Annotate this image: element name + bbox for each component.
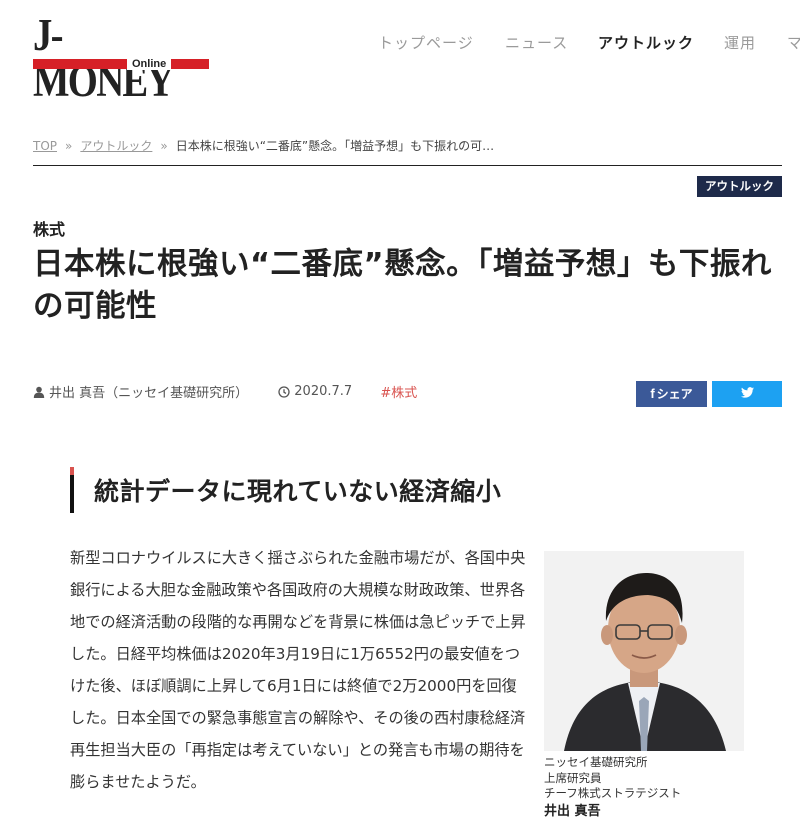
user-icon <box>33 386 45 398</box>
publish-date: 2020.7.7 <box>294 384 353 399</box>
clock-icon <box>278 385 290 398</box>
category-badge[interactable]: アウトルック <box>697 176 782 197</box>
author-caption: ニッセイ基礎研究所 上席研究員 チーフ株式ストラテジスト 井出 真吾 <box>544 755 774 821</box>
author-organization: ニッセイ基礎研究所 <box>544 755 648 769</box>
breadcrumb-section[interactable]: アウトルック <box>80 139 152 153</box>
breadcrumb-current: 日本株に根強い“二番底”懸念。「増益予想」も下振れの可… <box>175 139 495 153</box>
article-title: 日本株に根強い“二番底”懸念。「増益予想」も下振れの可能性 <box>33 247 772 324</box>
breadcrumb-separator: » <box>65 139 73 153</box>
article-tag[interactable]: #株式 <box>380 382 417 401</box>
facebook-share-label: シェア <box>656 387 693 401</box>
article-paragraph: 新型コロナウイルスに大きく揺さぶられた金融市場だが、各国中央銀行による大胆な金融… <box>70 549 526 791</box>
article-category: 株式 <box>33 220 66 239</box>
logo-subtitle: Online <box>127 58 172 70</box>
breadcrumb: TOP » アウトルック » 日本株に根強い“二番底”懸念。「増益予想」も下振れの可… <box>33 137 782 154</box>
nav-item-investment[interactable]: 運用 <box>724 32 756 53</box>
breadcrumb-divider <box>33 165 782 166</box>
breadcrumb-separator: » <box>160 139 168 153</box>
author-name[interactable]: 井出 真吾（ニッセイ基礎研究所） <box>49 382 248 401</box>
main-nav: トップページ ニュース アウトルック 運用 マ <box>0 32 800 52</box>
facebook-share-button[interactable]: f シェア <box>636 381 707 407</box>
article-meta: 井出 真吾（ニッセイ基礎研究所） 2020.7.7 #株式 <box>33 382 417 402</box>
nav-item-outlook[interactable]: アウトルック <box>598 32 694 53</box>
twitter-icon <box>740 386 754 401</box>
section-heading-accent <box>70 467 74 475</box>
nav-item-top[interactable]: トップページ <box>378 32 474 53</box>
nav-item-more[interactable]: マ <box>787 32 800 53</box>
author-caption-name: 井出 真吾 <box>544 803 601 819</box>
breadcrumb-home[interactable]: TOP <box>33 139 57 153</box>
author-position: 上席研究員 <box>544 770 602 785</box>
date-group: 2020.7.7 <box>278 384 352 399</box>
nav-item-news[interactable]: ニュース <box>505 32 568 53</box>
author-photo <box>544 551 744 751</box>
logo-red-bar <box>33 59 209 69</box>
facebook-icon: f <box>650 386 655 401</box>
author-role: チーフ株式ストラテジスト <box>544 786 682 800</box>
section-title: 統計データに現れていない経済縮小 <box>94 477 502 506</box>
site-header: J-MONEY Online トップページ ニュース アウトルック 運用 マ <box>0 0 800 104</box>
author-portrait-image <box>544 551 744 751</box>
twitter-share-button[interactable] <box>712 381 782 407</box>
